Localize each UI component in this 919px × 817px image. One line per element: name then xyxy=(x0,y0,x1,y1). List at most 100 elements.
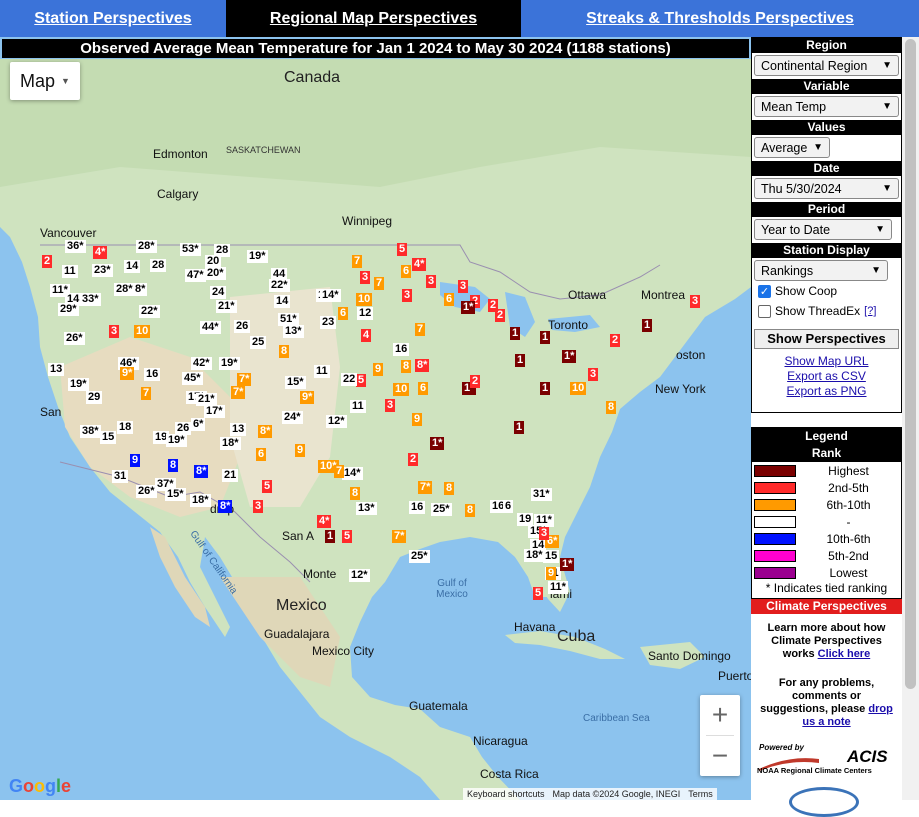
station-rank-marker[interactable]: 11 xyxy=(62,265,78,278)
station-rank-marker[interactable]: 7 xyxy=(352,255,363,268)
station-rank-marker[interactable]: 1* xyxy=(560,558,575,571)
station-rank-marker[interactable]: 9* xyxy=(120,367,135,380)
station-rank-marker[interactable]: 28* xyxy=(136,240,157,253)
station-rank-marker[interactable]: 23 xyxy=(320,316,337,329)
station-rank-marker[interactable]: 18* xyxy=(220,437,241,450)
station-rank-marker[interactable]: 22* xyxy=(269,279,290,292)
station-rank-marker[interactable]: 45* xyxy=(182,372,203,385)
export-png-link[interactable]: Export as PNG xyxy=(752,384,901,399)
station-rank-marker[interactable]: 10 xyxy=(570,382,587,395)
station-rank-marker[interactable]: 28 xyxy=(150,259,167,272)
station-rank-marker[interactable]: 10 xyxy=(134,325,151,338)
station-rank-marker[interactable]: 6 xyxy=(444,293,455,306)
station-rank-marker[interactable]: 9 xyxy=(546,567,557,580)
station-rank-marker[interactable]: 5 xyxy=(397,243,408,256)
tab-regional-map-perspectives[interactable]: Regional Map Perspectives xyxy=(226,0,521,37)
station-rank-marker[interactable]: 1* xyxy=(562,350,577,363)
station-rank-marker[interactable]: 2 xyxy=(488,299,499,312)
station-rank-marker[interactable]: 15* xyxy=(165,488,186,501)
station-rank-marker[interactable]: 8* xyxy=(258,425,273,438)
station-rank-marker[interactable]: 26* xyxy=(64,332,85,345)
station-rank-marker[interactable]: 7 xyxy=(374,277,385,290)
station-rank-marker[interactable]: 6 xyxy=(256,448,267,461)
station-rank-marker[interactable]: 8 xyxy=(606,401,617,414)
station-rank-marker[interactable]: 4* xyxy=(412,258,427,271)
click-here-link[interactable]: Click here xyxy=(818,648,871,660)
station-rank-marker[interactable]: 1 xyxy=(540,382,551,395)
station-rank-marker[interactable]: 38* xyxy=(80,425,101,438)
station-rank-marker[interactable]: 2 xyxy=(470,375,481,388)
station-rank-marker[interactable]: 4 xyxy=(361,329,372,342)
station-rank-marker[interactable]: 15* xyxy=(285,376,306,389)
station-rank-marker[interactable]: 18 xyxy=(117,421,134,434)
station-rank-marker[interactable]: 23* xyxy=(92,264,113,277)
station-rank-marker[interactable]: 8 xyxy=(465,504,476,517)
station-rank-marker[interactable]: 3 xyxy=(539,527,550,540)
station-rank-marker[interactable]: 14 xyxy=(124,260,141,273)
station-rank-marker[interactable]: 5 xyxy=(533,587,544,600)
station-rank-marker[interactable]: 13* xyxy=(283,325,304,338)
station-rank-marker[interactable]: 6 xyxy=(418,382,429,395)
station-rank-marker[interactable]: 4* xyxy=(93,246,108,259)
station-rank-marker[interactable]: 8 xyxy=(279,345,290,358)
station-rank-marker[interactable]: 21* xyxy=(216,300,237,313)
values-select[interactable]: Average ▼ xyxy=(754,137,830,158)
station-rank-marker[interactable]: 6 xyxy=(338,307,349,320)
station-rank-marker[interactable]: 7* xyxy=(392,530,407,543)
station-rank-marker[interactable]: 19* xyxy=(219,357,240,370)
station-rank-marker[interactable]: 16 xyxy=(393,343,410,356)
period-select[interactable]: Year to Date ▼ xyxy=(754,219,892,240)
station-rank-marker[interactable]: 33* xyxy=(80,293,101,306)
station-rank-marker[interactable]: 15 xyxy=(100,431,117,444)
tab-streaks-thresholds-perspectives[interactable]: Streaks & Thresholds Perspectives xyxy=(521,0,919,37)
station-rank-marker[interactable]: 4* xyxy=(317,515,332,528)
station-display-select[interactable]: Rankings ▼ xyxy=(754,260,888,281)
page-scrollbar[interactable] xyxy=(902,37,919,800)
station-rank-marker[interactable]: 22* xyxy=(139,305,160,318)
station-rank-marker[interactable]: 16 xyxy=(409,501,426,514)
station-rank-marker[interactable]: 6 xyxy=(503,500,514,513)
show-coop-checkbox[interactable]: ✓ xyxy=(758,284,771,298)
station-rank-marker[interactable]: 8* xyxy=(133,283,148,296)
station-rank-marker[interactable]: 7 xyxy=(415,323,426,336)
station-rank-marker[interactable]: 1 xyxy=(510,327,521,340)
zoom-out-button[interactable]: − xyxy=(700,736,740,776)
station-rank-marker[interactable]: 3 xyxy=(426,275,437,288)
station-rank-marker[interactable]: 8 xyxy=(401,360,412,373)
station-rank-marker[interactable]: 3 xyxy=(588,368,599,381)
station-rank-marker[interactable]: 53* xyxy=(180,243,201,256)
station-rank-marker[interactable]: 3 xyxy=(109,325,120,338)
station-rank-marker[interactable]: 1 xyxy=(515,354,526,367)
station-rank-marker[interactable]: 11 xyxy=(314,365,330,378)
station-rank-marker[interactable]: 2 xyxy=(42,255,53,268)
station-rank-marker[interactable]: 3 xyxy=(402,289,413,302)
station-rank-marker[interactable]: 19* xyxy=(166,434,187,447)
station-rank-marker[interactable]: 12* xyxy=(349,569,370,582)
station-rank-marker[interactable]: 5 xyxy=(262,480,273,493)
station-rank-marker[interactable]: 6 xyxy=(401,265,412,278)
station-rank-marker[interactable]: 16 xyxy=(144,368,161,381)
station-rank-marker[interactable]: 5 xyxy=(356,374,367,387)
station-rank-marker[interactable]: 1* xyxy=(430,437,445,450)
station-rank-marker[interactable]: 42* xyxy=(191,357,212,370)
station-rank-marker[interactable]: 15 xyxy=(543,550,560,563)
station-rank-marker[interactable]: 6* xyxy=(191,418,206,431)
station-rank-marker[interactable]: 9 xyxy=(373,363,384,376)
export-csv-link[interactable]: Export as CSV xyxy=(752,369,901,384)
station-rank-marker[interactable]: 25* xyxy=(431,503,452,516)
station-rank-marker[interactable]: 12* xyxy=(326,415,347,428)
station-rank-marker[interactable]: 12 xyxy=(357,307,374,320)
station-rank-marker[interactable]: 5 xyxy=(342,530,353,543)
station-rank-marker[interactable]: 25 xyxy=(250,336,267,349)
acis-logo[interactable]: Powered by ACIS NOAA Regional Climate Ce… xyxy=(757,741,895,775)
station-rank-marker[interactable]: 1 xyxy=(514,421,525,434)
station-rank-marker[interactable]: 7 xyxy=(141,387,152,400)
station-rank-marker[interactable]: 14 xyxy=(274,295,291,308)
station-rank-marker[interactable]: 26* xyxy=(136,485,157,498)
station-rank-marker[interactable]: 13* xyxy=(356,502,377,515)
station-rank-marker[interactable]: 26 xyxy=(234,320,251,333)
station-rank-marker[interactable]: 17* xyxy=(204,405,225,418)
station-rank-marker[interactable]: 7* xyxy=(237,373,252,386)
station-rank-marker[interactable]: 21 xyxy=(222,469,239,482)
station-rank-marker[interactable]: 18* xyxy=(524,549,545,562)
